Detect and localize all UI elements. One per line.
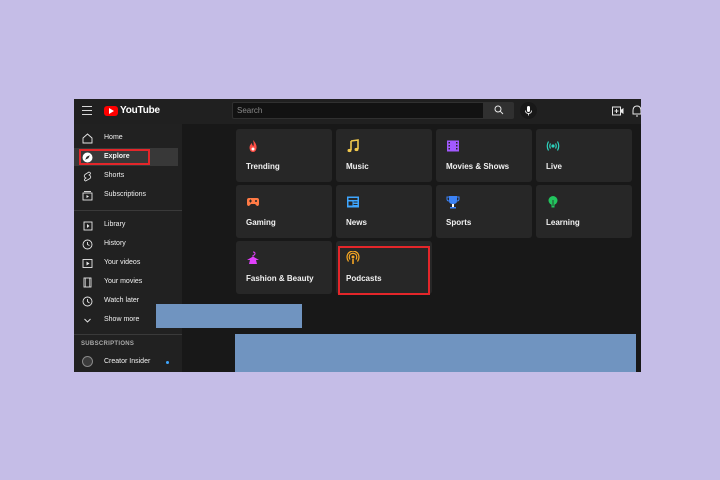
explore-tile-learning[interactable]: Learning: [536, 185, 632, 238]
search-button[interactable]: [484, 102, 514, 119]
gamepad-icon: [247, 198, 259, 206]
film-strip-icon: [83, 277, 92, 288]
tile-label: Trending: [246, 162, 280, 171]
sidebar-item-your-videos[interactable]: Your videos: [74, 254, 178, 272]
explore-tile-fashion-beauty[interactable]: Fashion & Beauty: [236, 241, 332, 294]
hanger-icon: [247, 251, 259, 264]
sidebar-item-shorts[interactable]: Shorts: [74, 167, 178, 185]
sidebar-item-label: Subscriptions: [104, 191, 147, 198]
channel-name: Creator Insider: [104, 358, 151, 365]
podcasts-highlight-box: [338, 246, 430, 295]
explore-tile-live[interactable]: Live: [536, 129, 632, 182]
tile-label: Sports: [446, 218, 472, 227]
explore-tile-news[interactable]: News: [336, 185, 432, 238]
microphone-icon: [525, 106, 532, 116]
create-video-icon[interactable]: [612, 106, 624, 116]
tile-label: Movies & Shows: [446, 162, 510, 171]
search-input[interactable]: [232, 102, 484, 119]
newspaper-icon: [347, 196, 359, 208]
sidebar-item-label: Library: [104, 221, 126, 228]
search-icon: [494, 105, 504, 115]
home-icon: [82, 133, 93, 144]
avatar: [82, 356, 93, 367]
broadcast-icon: [546, 141, 560, 151]
explore-tile-sports[interactable]: Sports: [436, 185, 532, 238]
top-bar: YouTube: [74, 99, 641, 124]
lightbulb-icon: [548, 196, 558, 208]
sidebar-divider: [74, 334, 182, 335]
new-content-dot: [166, 361, 169, 364]
sidebar-item-history[interactable]: History: [74, 235, 178, 253]
sidebar-item-library[interactable]: Library: [74, 216, 178, 234]
youtube-window: YouTube Search Home Explore Shorts Subsc…: [74, 99, 641, 372]
sidebar-item-label: Shorts: [104, 172, 125, 179]
subscriptions-icon: [82, 191, 93, 201]
shelf-content-placeholder: [235, 334, 636, 372]
explore-tile-music[interactable]: Music: [336, 129, 432, 182]
clock-icon: [82, 296, 93, 307]
notifications-bell-icon[interactable]: [632, 105, 641, 117]
tile-label: Music: [346, 162, 369, 171]
chevron-down-icon: [84, 318, 91, 323]
tile-label: Fashion & Beauty: [246, 274, 314, 283]
shelf-title-placeholder: [156, 304, 302, 328]
subscriptions-header: SUBSCRIPTIONS: [81, 341, 135, 347]
sidebar-divider: [74, 210, 182, 211]
tile-label: Live: [546, 162, 563, 171]
sidebar-item-label: Your videos: [104, 259, 141, 266]
explore-tile-trending[interactable]: Trending: [236, 129, 332, 182]
tile-label: Learning: [546, 218, 580, 227]
explore-highlight-box: [79, 149, 150, 165]
trophy-icon: [446, 196, 460, 209]
shorts-icon: [83, 171, 92, 182]
flame-icon: [249, 140, 257, 152]
youtube-logo[interactable]: YouTube: [104, 105, 160, 116]
explore-tile-movies-shows[interactable]: Movies & Shows: [436, 129, 532, 182]
tile-label: Gaming: [246, 218, 276, 227]
brand-name: YouTube: [120, 105, 160, 116]
tile-label: News: [346, 218, 367, 227]
music-note-icon: [347, 139, 359, 153]
sidebar-item-label: Watch later: [104, 297, 140, 304]
sidebar-item-label: History: [104, 240, 126, 247]
sidebar-item-label: Show more: [104, 316, 140, 323]
sidebar-item-home[interactable]: Home: [74, 129, 178, 147]
play-box-icon: [82, 259, 93, 268]
voice-search-button[interactable]: [520, 102, 537, 119]
library-icon: [83, 221, 93, 231]
hamburger-menu-icon[interactable]: [82, 106, 92, 116]
sidebar-item-subscriptions[interactable]: Subscriptions: [74, 186, 178, 204]
sidebar-item-creator-insider[interactable]: Creator Insider: [74, 356, 182, 370]
explore-tile-gaming[interactable]: Gaming: [236, 185, 332, 238]
youtube-play-logo-icon: [104, 105, 118, 116]
history-icon: [82, 239, 93, 250]
sidebar-item-label: Your movies: [104, 278, 143, 285]
clapperboard-icon: [447, 140, 459, 152]
sidebar-item-label: Home: [104, 134, 123, 141]
sidebar-item-your-movies[interactable]: Your movies: [74, 273, 178, 291]
